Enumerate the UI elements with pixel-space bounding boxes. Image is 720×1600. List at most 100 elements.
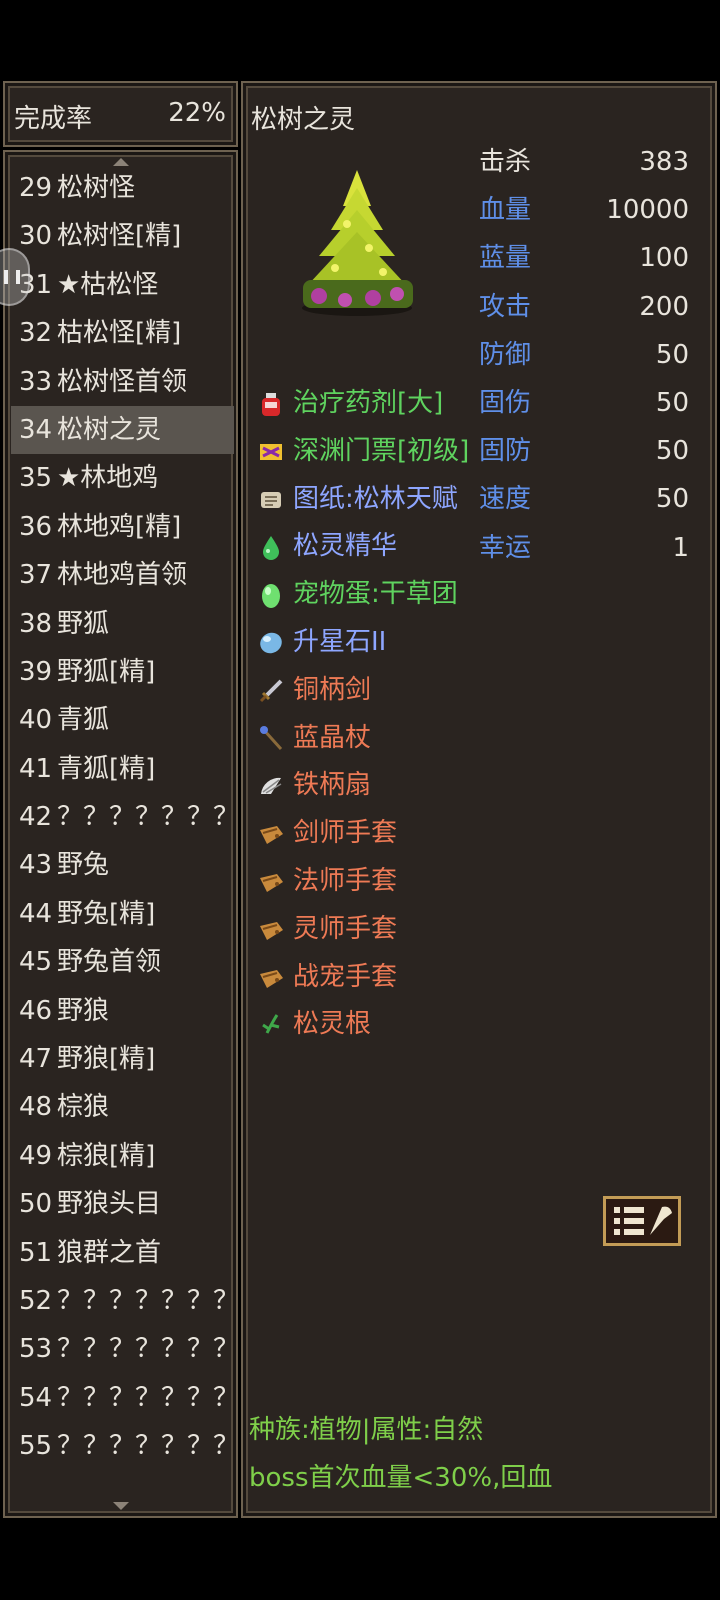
monster-list-item[interactable]: 36 林地鸡[精] [11, 503, 234, 551]
monster-list-name: 野狼[精] [57, 1044, 156, 1075]
stat-label: 击杀 [479, 147, 532, 177]
stats-table: 击杀 383 血量 10000 蓝量 100 攻击 200 防御 50 固伤 50 固防 50 速度 50 幸运… [479, 138, 689, 572]
monster-list-item[interactable]: 40 青狐 [11, 696, 234, 744]
drop-item[interactable]: 铜柄剑 [257, 667, 497, 715]
monster-list-name: 野狼 [57, 995, 110, 1026]
monster-list-name: 枯松怪[精] [57, 318, 182, 349]
monster-number: 54 [19, 1382, 53, 1413]
monster-list-item[interactable]: 41 青狐[精] [11, 745, 234, 793]
stat-value: 1 [672, 532, 689, 563]
monster-list-item[interactable]: 35 ★林地鸡 [11, 454, 234, 502]
monster-list-name: 棕狼[精] [57, 1140, 156, 1171]
drop-item-name: 升星石II [293, 626, 387, 657]
monster-list-item[interactable]: 37 林地鸡首领 [11, 551, 234, 599]
drop-item[interactable]: 深渊门票[初级] [257, 428, 497, 476]
monster-list-item[interactable]: 42？？？？？？？ [11, 793, 239, 841]
monster-list-item[interactable]: 50 野狼头目 [11, 1180, 234, 1228]
monster-list-item[interactable]: 31 ★枯松怪 [11, 261, 234, 309]
monster-number: 51 [19, 1237, 53, 1268]
monster-number: 48 [19, 1092, 53, 1123]
stat-value: 50 [655, 484, 689, 515]
drop-item[interactable]: 法师手套 [257, 858, 497, 906]
stat-value: 100 [639, 243, 689, 274]
monster-number: 29 [19, 173, 53, 203]
floating-side-handle[interactable] [0, 248, 30, 306]
drop-item-name: 灵师手套 [293, 913, 398, 944]
monster-number: 30 [19, 221, 53, 252]
drop-item[interactable]: 蓝晶杖 [257, 715, 497, 763]
monster-list-item[interactable]: 45 野兔首领 [11, 938, 234, 986]
glove-icon [260, 826, 283, 845]
ticket-icon [260, 443, 282, 460]
monster-number: 32 [19, 318, 53, 349]
monster-list-item[interactable]: 44 野兔[精] [11, 890, 234, 938]
egg-icon [262, 584, 280, 609]
monster-list-name: ？？？？？？？ [57, 1285, 240, 1316]
glove-icon [260, 873, 283, 892]
monster-number: 53 [19, 1334, 53, 1365]
monster-number: 46 [19, 995, 53, 1026]
monster-list-name: 青狐[精] [57, 753, 156, 784]
stat-value: 200 [639, 291, 689, 322]
monster-list-item[interactable]: 33 松树怪首领 [11, 358, 234, 406]
monster-list-item[interactable]: 47 野狼[精] [11, 1035, 234, 1083]
completion-rate-panel: 完成率 22% [3, 81, 238, 147]
drop-item[interactable]: 宠物蛋:干草团 [257, 571, 497, 619]
monster-list-item[interactable]: 43 野兔 [11, 841, 234, 889]
stat-row: 击杀 383 [479, 138, 689, 186]
monster-number: 34 [19, 414, 53, 445]
potion-icon [262, 393, 280, 416]
drop-item[interactable]: 灵师手套 [257, 906, 497, 954]
stat-value: 10000 [606, 195, 689, 226]
drop-item[interactable]: 剑师手套 [257, 810, 497, 858]
monster-list-item[interactable]: 30 松树怪[精] [11, 212, 234, 260]
drop-item[interactable]: 战宠手套 [257, 954, 497, 1002]
drop-item[interactable]: 松灵根 [257, 1001, 497, 1049]
monster-list-item[interactable]: 49 棕狼[精] [11, 1132, 234, 1180]
drop-item[interactable]: 松灵精华 [257, 523, 497, 571]
monster-list-item[interactable]: 32 枯松怪[精] [11, 309, 234, 357]
monster-list-name: ？？？？？？？ [57, 1334, 240, 1365]
stat-row: 固伤 50 [479, 379, 689, 427]
monster-list-item[interactable]: 48 棕狼 [11, 1083, 234, 1131]
stat-row: 速度 50 [479, 475, 689, 523]
stat-label: 血量 [479, 195, 532, 226]
monster-list-item[interactable]: 39 野狐[精] [11, 648, 234, 696]
monster-list-name: 野狼头目 [57, 1189, 162, 1220]
staff-icon [260, 725, 283, 750]
drop-item[interactable]: 升星石II [257, 619, 497, 667]
switch-icon [614, 1206, 672, 1235]
monster-number: 49 [19, 1140, 53, 1171]
fan-icon [261, 778, 282, 795]
monster-list-name: 野兔 [57, 850, 110, 881]
root-icon [262, 1014, 280, 1035]
switch-view-button[interactable] [603, 1196, 681, 1246]
monster-list-item[interactable]: 53？？？？？？？ [11, 1325, 239, 1373]
monster-list-item[interactable]: 29 松树怪 [11, 164, 234, 212]
glove-icon [260, 969, 283, 988]
drop-item-name: 松灵根 [293, 1009, 372, 1040]
monster-list-item[interactable]: 38 野狐 [11, 600, 234, 648]
stat-row: 防御 50 [479, 331, 689, 379]
monster-list-item[interactable]: 51 狼群之首 [11, 1229, 234, 1277]
race-attribute-text: 种族:植物|属性:自然 [249, 1415, 484, 1445]
monster-list-panel[interactable]: 29 松树怪 30 松树怪[精] 31 ★枯松怪 32 枯松怪[精] 33 松树怪首领 34 松树之灵… [3, 150, 239, 1518]
monster-list-item[interactable]: 54？？？？？？？ [11, 1374, 239, 1422]
monster-list[interactable]: 29 松树怪 30 松树怪[精] 31 ★枯松怪 32 枯松怪[精] 33 松树怪首领 34 松树之灵… [11, 164, 239, 1471]
stat-row: 固防 50 [479, 427, 689, 475]
monster-detail-panel: 松树之灵 击杀 383 血量 10000 蓝量 100 攻击 200 防御 50 固伤 50 固防 50 速… [241, 81, 717, 1518]
scroll-down-icon[interactable] [112, 1502, 129, 1510]
drop-item[interactable]: 治疗药剂[大] [257, 380, 497, 428]
monster-list-item[interactable]: 52？？？？？？？ [11, 1277, 239, 1325]
drop-item[interactable]: 图纸:松林天赋 [257, 476, 497, 524]
monster-list-item[interactable]: 46 野狼 [11, 987, 234, 1035]
stat-label: 攻击 [479, 291, 532, 322]
monster-list-item[interactable]: 55？？？？？？？ [11, 1422, 239, 1470]
monster-list-name: 野狐 [57, 608, 110, 639]
drop-item-name: 深渊门票[初级] [293, 435, 470, 466]
monster-number: 43 [19, 850, 53, 881]
monster-list-name: 松树之灵 [57, 414, 162, 445]
drop-item[interactable]: 铁柄扇 [257, 762, 497, 810]
monster-number: 38 [19, 608, 53, 639]
monster-list-item[interactable]: 34 松树之灵 [11, 405, 234, 455]
